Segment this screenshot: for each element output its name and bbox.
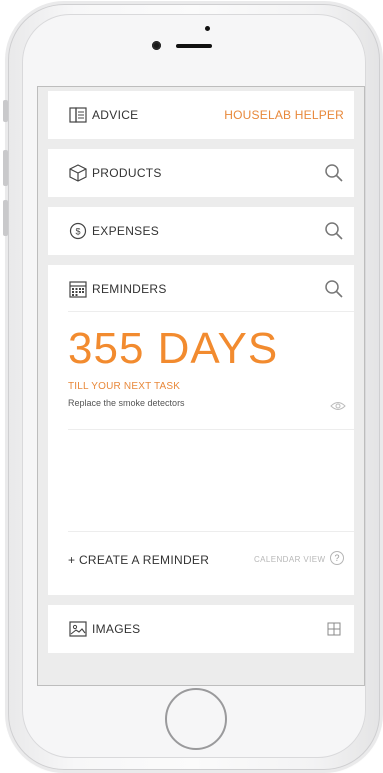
eye-icon[interactable] (330, 398, 346, 416)
help-icon[interactable]: ? (330, 551, 344, 565)
images-card[interactable]: IMAGES (48, 605, 354, 653)
earpiece-speaker (176, 44, 212, 48)
grid-icon[interactable] (324, 619, 344, 639)
box-icon (68, 163, 88, 183)
products-title: PRODUCTS (92, 166, 162, 180)
days-countdown: 355 DAYS (68, 324, 279, 373)
advice-title: ADVICE (92, 108, 139, 122)
book-icon (68, 105, 88, 125)
search-icon[interactable] (324, 163, 344, 183)
front-camera (152, 41, 161, 50)
houselab-helper-link[interactable]: HOUSELAB HELPER (224, 108, 344, 122)
images-title: IMAGES (92, 622, 141, 636)
advice-card[interactable]: ADVICE HOUSELAB HELPER (48, 91, 354, 139)
proximity-sensor (205, 26, 210, 31)
task-description[interactable]: Replace the smoke detectors (68, 398, 185, 408)
next-task-label: TILL YOUR NEXT TASK (68, 381, 181, 392)
products-card[interactable]: PRODUCTS (48, 149, 354, 197)
calendar-view-link[interactable]: CALENDAR VIEW (254, 555, 325, 564)
search-icon[interactable] (324, 279, 344, 299)
reminders-title: REMINDERS (92, 282, 167, 296)
mute-switch (3, 100, 8, 122)
search-icon[interactable] (324, 221, 344, 241)
app-screen: ADVICE HOUSELAB HELPER PRODUCTS $ EXPENS… (37, 86, 365, 686)
volume-down-button (3, 200, 8, 236)
create-reminder-button[interactable]: + CREATE A REMINDER (68, 553, 209, 567)
reminders-card: REMINDERS 355 DAYS TILL YOUR NEXT TASK R… (48, 265, 354, 595)
divider (68, 429, 354, 430)
expenses-card[interactable]: $ EXPENSES (48, 207, 354, 255)
volume-up-button (3, 150, 8, 186)
home-button[interactable] (165, 688, 227, 750)
image-icon (68, 619, 88, 639)
coin-icon: $ (68, 221, 88, 241)
calendar-icon (68, 279, 88, 299)
expenses-title: EXPENSES (92, 224, 160, 238)
divider (68, 531, 354, 532)
divider (68, 311, 354, 312)
svg-text:$: $ (75, 227, 80, 237)
